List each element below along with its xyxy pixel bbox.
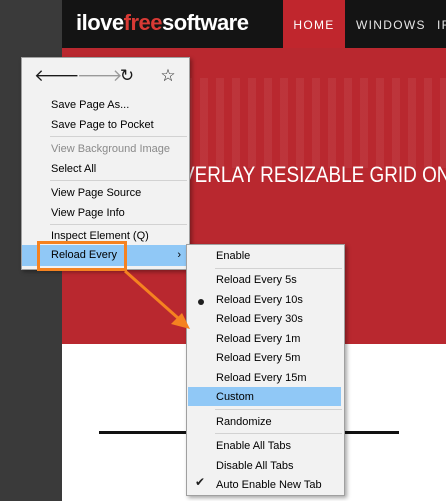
logo-accent: free — [123, 10, 163, 35]
menu-item-view-page-info[interactable]: View Page Info — [51, 205, 125, 221]
submenu-item-reload-5m[interactable]: Reload Every 5m — [216, 350, 300, 366]
menu-separator — [215, 268, 342, 269]
submenu-item-randomize[interactable]: Randomize — [216, 414, 272, 430]
menu-item-view-background-image: View Background Image — [51, 143, 171, 155]
submenu-item-enable[interactable]: Enable — [216, 248, 250, 264]
nav-next[interactable]: IF — [437, 0, 446, 48]
hero-background-pattern — [152, 78, 446, 168]
submenu-item-custom[interactable]: Custom — [188, 387, 341, 406]
hero-title: VERLAY RESIZABLE GRID ON D — [182, 162, 446, 187]
submenu-item-reload-1m[interactable]: Reload Every 1m — [216, 331, 300, 347]
reload-icon[interactable]: ↻ — [117, 66, 137, 86]
menu-separator — [215, 409, 342, 410]
submenu-item-reload-10s[interactable]: Reload Every 10s — [216, 292, 303, 308]
submenu-item-enable-all-tabs[interactable]: Enable All Tabs — [216, 438, 291, 454]
menu-separator — [215, 433, 342, 434]
context-menu: 🡐 🡒 ↻ ☆ Save Page As... Save Page to Poc… — [21, 57, 190, 270]
nav-home[interactable]: HOME — [283, 0, 345, 48]
submenu-item-reload-15m[interactable]: Reload Every 15m — [216, 370, 307, 386]
selected-radio-icon — [198, 299, 204, 305]
reload-every-submenu: Enable Reload Every 5s Reload Every 10s … — [186, 244, 345, 496]
menu-separator — [50, 136, 187, 137]
submenu-item-reload-30s[interactable]: Reload Every 30s — [216, 311, 303, 327]
submenu-item-custom-label: Custom — [216, 391, 254, 403]
nav-windows[interactable]: WINDOWS — [356, 0, 426, 48]
menu-separator — [50, 224, 187, 225]
back-arrow-icon[interactable]: 🡐 — [34, 66, 80, 86]
menu-item-save-page-as[interactable]: Save Page As... — [51, 97, 129, 113]
forward-arrow-icon[interactable]: 🡒 — [77, 66, 123, 86]
submenu-arrow-icon: › — [177, 249, 181, 261]
logo-suffix: software — [162, 10, 249, 35]
menu-item-view-page-source[interactable]: View Page Source — [51, 185, 141, 201]
site-header: ilovefreesoftware HOME WINDOWS IF — [62, 0, 446, 48]
logo-prefix: ilove — [76, 10, 124, 35]
submenu-item-auto-enable-new-tab[interactable]: Auto Enable New Tab — [216, 477, 322, 493]
bookmark-star-icon[interactable]: ☆ — [158, 66, 178, 86]
site-logo[interactable]: ilovefreesoftware — [76, 10, 249, 36]
menu-item-select-all[interactable]: Select All — [51, 161, 96, 177]
menu-item-save-to-pocket[interactable]: Save Page to Pocket — [51, 117, 154, 133]
submenu-item-reload-5s[interactable]: Reload Every 5s — [216, 272, 297, 288]
annotation-highlight-box — [37, 241, 127, 271]
checkmark-icon: ✔ — [195, 475, 206, 489]
submenu-item-disable-all-tabs[interactable]: Disable All Tabs — [216, 458, 293, 474]
menu-separator — [50, 180, 187, 181]
context-menu-nav-bar: 🡐 🡒 ↻ ☆ — [22, 58, 189, 94]
